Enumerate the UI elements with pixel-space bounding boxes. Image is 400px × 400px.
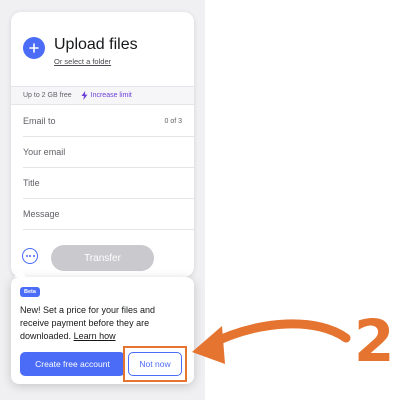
popover-arrow (14, 270, 26, 277)
callout-arrow-icon (192, 319, 351, 364)
step-number-annotation: 2 (354, 307, 395, 375)
